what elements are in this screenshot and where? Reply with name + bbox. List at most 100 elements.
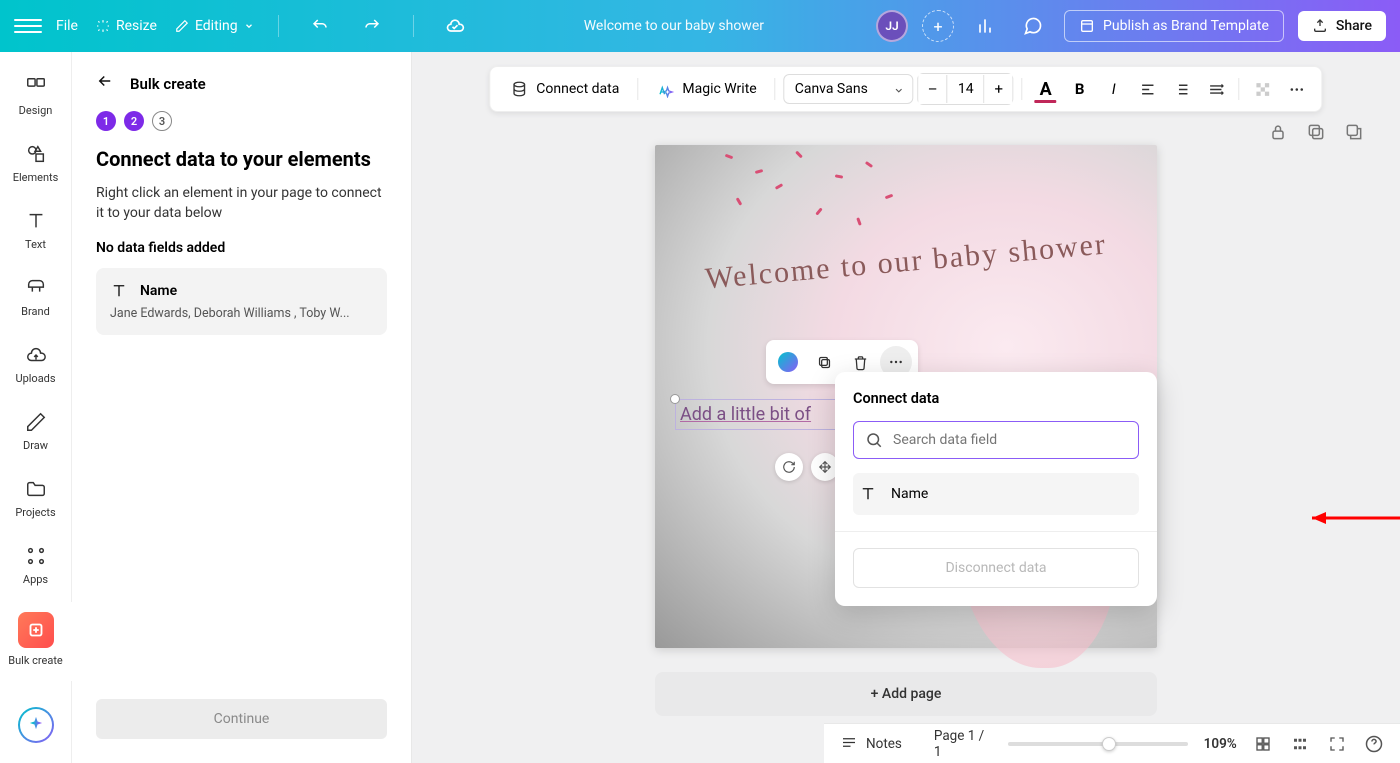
spacing-button[interactable] <box>1201 74 1231 104</box>
cloud-sync-button[interactable] <box>438 9 472 43</box>
export-icon[interactable] <box>1344 122 1364 142</box>
grid-view-button[interactable] <box>1253 733 1274 755</box>
publish-button[interactable]: Publish as Brand Template <box>1064 10 1284 42</box>
trash-icon <box>852 354 869 371</box>
text-icon <box>859 485 877 503</box>
divider <box>835 531 1157 532</box>
divider <box>1239 78 1240 100</box>
duplicate-button[interactable] <box>808 346 840 378</box>
help-button[interactable] <box>1363 733 1384 755</box>
magic-button[interactable] <box>18 707 54 743</box>
lock-icon[interactable] <box>1268 122 1288 142</box>
data-field-option[interactable]: Name <box>853 473 1139 515</box>
thumbnail-view-button[interactable] <box>1290 733 1311 755</box>
list-button[interactable] <box>1167 74 1197 104</box>
disconnect-button[interactable]: Disconnect data <box>853 548 1139 588</box>
rail-draw[interactable]: Draw <box>0 401 72 466</box>
share-button[interactable]: Share <box>1298 11 1386 41</box>
rail-brand[interactable]: Brand <box>0 267 72 332</box>
undo-icon <box>311 17 329 35</box>
undo-button[interactable] <box>303 9 337 43</box>
zoom-slider[interactable] <box>1008 742 1188 746</box>
step-indicator: 1 2 3 <box>72 105 411 143</box>
increase-size-button[interactable]: + <box>985 74 1013 104</box>
magic-label: Magic Write <box>682 81 756 97</box>
menu-icon[interactable] <box>14 19 42 33</box>
field-name: Name <box>140 283 177 299</box>
insights-button[interactable] <box>968 9 1002 43</box>
page-indicator[interactable]: Page 1 / 1 <box>934 728 992 760</box>
magic-edit-button[interactable] <box>772 346 804 378</box>
step-2[interactable]: 2 <box>124 111 144 131</box>
chevron-down-icon <box>244 21 254 31</box>
editing-menu[interactable]: Editing <box>175 18 254 34</box>
search-input[interactable] <box>893 432 1127 448</box>
rail-apps[interactable]: Apps <box>0 535 72 600</box>
font-select[interactable]: Canva Sans <box>784 74 914 104</box>
rail-projects[interactable]: Projects <box>0 468 72 533</box>
rail-label: Elements <box>13 171 59 184</box>
heading-text[interactable]: Welcome to our baby shower <box>694 227 1117 298</box>
sync-handle[interactable] <box>775 453 803 481</box>
top-bar: File Resize Editing Welcome to our baby … <box>0 0 1400 52</box>
chart-icon <box>975 16 995 36</box>
rail-elements[interactable]: Elements <box>0 133 72 198</box>
panel-description: Right click an element in your page to c… <box>72 183 411 240</box>
connect-data-button[interactable]: Connect data <box>500 74 629 104</box>
magic-write-button[interactable]: Magic Write <box>646 74 766 104</box>
step-3[interactable]: 3 <box>152 111 172 131</box>
rail-bulk-create[interactable]: Bulk create <box>0 602 72 681</box>
comment-button[interactable] <box>1016 9 1050 43</box>
resize-menu[interactable]: Resize <box>96 18 157 34</box>
list-icon <box>1173 81 1190 98</box>
font-size-value[interactable]: 14 <box>947 75 985 103</box>
slider-knob[interactable] <box>1102 737 1116 751</box>
transparency-button[interactable] <box>1248 74 1278 104</box>
add-page-button[interactable]: + Add page <box>655 672 1157 716</box>
data-field-card[interactable]: Name Jane Edwards, Deborah Williams , To… <box>96 268 387 335</box>
confetti-decoration <box>685 145 925 255</box>
align-button[interactable] <box>1133 74 1163 104</box>
zoom-value[interactable]: 109% <box>1204 736 1237 752</box>
decrease-size-button[interactable]: – <box>919 74 947 104</box>
top-menu: File Resize Editing <box>56 9 472 43</box>
selection-handle[interactable] <box>670 394 680 404</box>
grid-icon <box>1254 735 1272 753</box>
spacing-icon <box>1207 81 1224 98</box>
continue-button[interactable]: Continue <box>96 699 387 739</box>
rail-design[interactable]: Design <box>0 66 72 131</box>
brand-icon <box>25 277 47 299</box>
duplicate-icon[interactable] <box>1306 122 1326 142</box>
divider <box>413 15 414 37</box>
text-color-button[interactable]: A <box>1031 74 1061 104</box>
more-icon <box>888 354 904 370</box>
rail-uploads[interactable]: Uploads <box>0 334 72 399</box>
page-actions <box>1268 122 1364 142</box>
more-button[interactable] <box>1282 74 1312 104</box>
move-icon <box>818 460 832 474</box>
design-page[interactable]: Welcome to our baby shower Add a little … <box>655 145 1157 648</box>
back-button[interactable] <box>96 72 114 95</box>
add-member-button[interactable]: + <box>922 10 954 42</box>
redo-button[interactable] <box>355 9 389 43</box>
step-1[interactable]: 1 <box>96 111 116 131</box>
avatar[interactable]: JJ <box>876 10 908 42</box>
text-content: Add a little bit of <box>680 404 811 425</box>
italic-button[interactable]: I <box>1099 74 1129 104</box>
database-icon <box>510 80 528 98</box>
fullscreen-button[interactable] <box>1326 733 1347 755</box>
divider <box>1022 78 1023 100</box>
file-menu[interactable]: File <box>56 18 78 34</box>
design-icon <box>25 76 47 98</box>
selected-text-element[interactable]: Add a little bit of <box>675 399 850 430</box>
bold-button[interactable]: B <box>1065 74 1095 104</box>
document-title[interactable]: Welcome to our baby shower <box>486 18 862 34</box>
redo-icon <box>363 17 381 35</box>
font-name: Canva Sans <box>795 81 868 97</box>
notes-button[interactable]: Notes <box>840 735 902 753</box>
pencil-icon <box>175 19 189 33</box>
rail-text[interactable]: Text <box>0 200 72 265</box>
search-icon <box>865 431 883 449</box>
rail-label: Text <box>25 238 46 251</box>
bottom-bar: Notes Page 1 / 1 109% <box>824 723 1400 763</box>
